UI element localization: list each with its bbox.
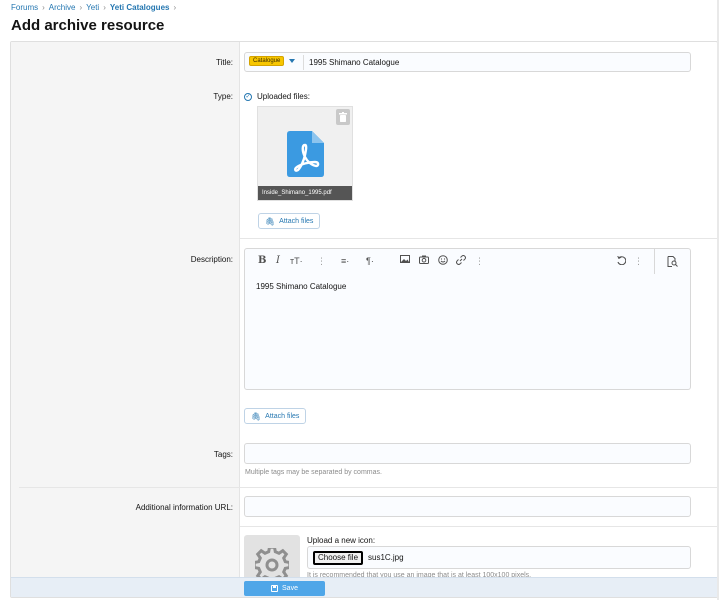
chevron-right-icon: › (42, 3, 45, 12)
resource-form: Title: Catalogue 1995 Shimano Catalogue … (10, 41, 718, 598)
chevron-right-icon: › (103, 3, 106, 12)
attach-files-label: Attach files (279, 217, 314, 225)
row-divider (19, 487, 717, 488)
paperclip-icon: 🖇 (265, 216, 276, 226)
delete-file-button[interactable] (336, 109, 350, 125)
title-input[interactable]: Catalogue 1995 Shimano Catalogue (244, 52, 691, 72)
icon-file-input[interactable]: Choose file sus1C.jpg (307, 546, 691, 569)
url-input[interactable] (244, 496, 691, 517)
undo-icon[interactable] (616, 255, 627, 269)
attach-files-button[interactable]: 🖇 Attach files (244, 408, 307, 424)
breadcrumb-link-archive[interactable]: Archive (49, 3, 76, 12)
form-label-column (11, 42, 240, 597)
attach-files-button[interactable]: 🖇 Attach files (258, 213, 321, 229)
more-vertical-icon[interactable]: ⋮ (634, 255, 643, 267)
image-icon[interactable] (400, 255, 410, 267)
trash-icon (339, 112, 347, 122)
prefix-select[interactable]: Catalogue (249, 56, 296, 66)
text-size-button[interactable]: тT· (290, 255, 303, 267)
editor-toolbar: B I тT· ⋮ ≡· ¶· ⋮ ⋮ (245, 249, 690, 274)
chevron-right-icon: › (173, 3, 177, 12)
paragraph-button[interactable]: ¶· (366, 255, 374, 267)
attach-files-label: Attach files (265, 412, 300, 420)
rich-text-editor[interactable]: B I тT· ⋮ ≡· ¶· ⋮ ⋮ 1995 Shimano Catalog… (244, 248, 691, 390)
type-option-uploaded[interactable]: ✓ Uploaded files: (244, 92, 310, 101)
breadcrumb-link-yeti-catalogues[interactable]: Yeti Catalogues (110, 3, 170, 12)
smilie-icon[interactable] (438, 255, 448, 269)
align-button[interactable]: ≡· (341, 255, 349, 267)
link-icon[interactable] (456, 255, 466, 269)
title-value: 1995 Shimano Catalogue (309, 58, 400, 67)
tags-label: Tags: (213, 450, 233, 459)
prefix-divider (303, 55, 304, 70)
description-label: Description: (190, 255, 233, 264)
paperclip-icon: 🖇 (251, 411, 262, 421)
prefix-badge: Catalogue (249, 56, 285, 66)
uploaded-file-card: Inside_Shimano_1995.pdf (257, 106, 353, 201)
type-option-label: Uploaded files: (257, 92, 310, 101)
editor-content[interactable]: 1995 Shimano Catalogue (256, 282, 346, 291)
bold-button[interactable]: B (258, 255, 266, 267)
form-submit-row: Save (11, 577, 717, 597)
breadcrumb-link-forums[interactable]: Forums (11, 3, 38, 12)
save-button[interactable]: Save (244, 581, 325, 596)
chosen-file-name: sus1C.jpg (368, 553, 404, 562)
title-label: Title: (215, 58, 233, 67)
save-label: Save (282, 585, 298, 592)
pdf-file-icon (287, 131, 324, 177)
choose-file-button[interactable]: Choose file (313, 551, 364, 565)
more-vertical-icon[interactable]: ⋮ (475, 255, 484, 267)
upload-icon-label: Upload a new icon: (307, 536, 376, 545)
url-label: Additional information URL: (135, 503, 233, 512)
tags-input[interactable] (244, 443, 691, 464)
row-divider (240, 238, 717, 239)
italic-button[interactable]: I (276, 255, 280, 267)
preview-icon (667, 256, 678, 267)
preview-toggle-button[interactable] (654, 249, 690, 274)
breadcrumb-link-yeti[interactable]: Yeti (86, 3, 99, 12)
tags-help-text: Multiple tags may be separated by commas… (245, 469, 382, 476)
row-divider (240, 526, 717, 527)
chevron-right-icon: › (79, 3, 83, 12)
more-vertical-icon[interactable]: ⋮ (317, 255, 326, 267)
check-circle-icon: ✓ (244, 92, 252, 101)
page-title: Add archive resource (11, 17, 165, 34)
file-name: Inside_Shimano_1995.pdf (258, 186, 352, 200)
breadcrumb: Forums › Archive › Yeti › Yeti Catalogue… (11, 3, 180, 12)
camera-icon[interactable] (419, 255, 429, 268)
type-label: Type: (213, 92, 233, 101)
save-disk-icon (271, 585, 279, 592)
caret-down-icon (289, 59, 296, 63)
